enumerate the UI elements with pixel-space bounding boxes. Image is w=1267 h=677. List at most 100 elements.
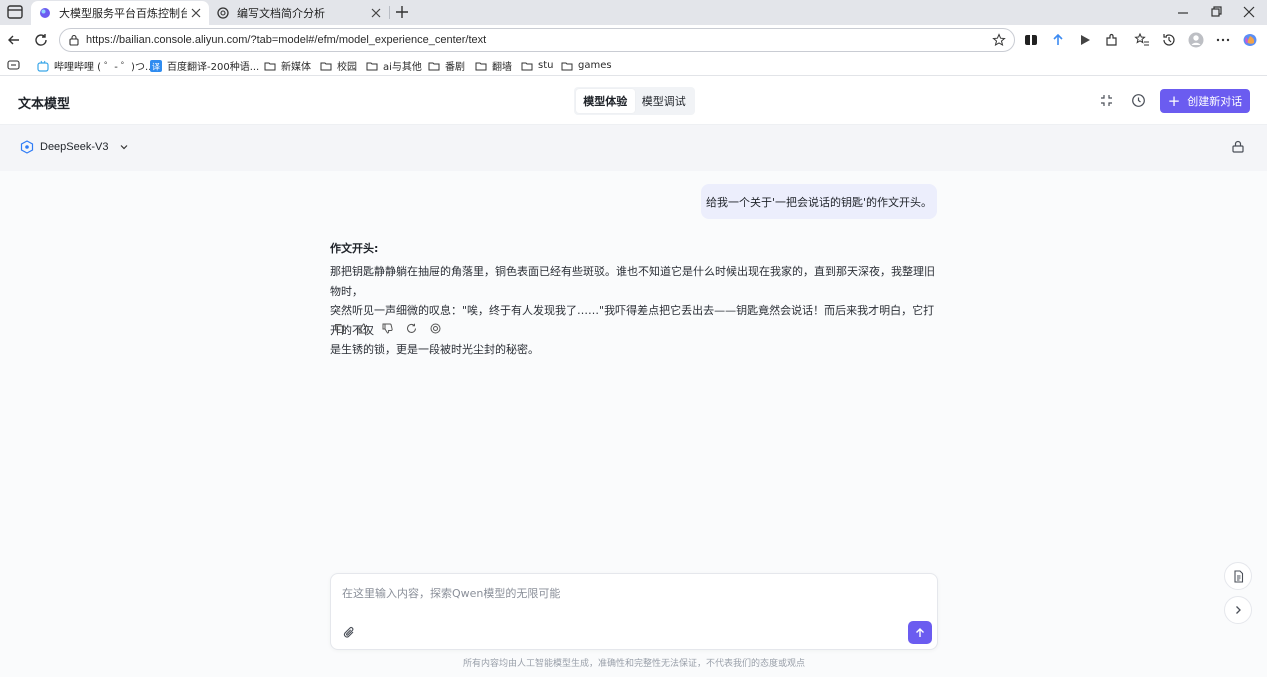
extensions-puzzle-icon[interactable] bbox=[1104, 32, 1120, 48]
bailian-favicon-icon bbox=[40, 8, 50, 18]
new-chat-button[interactable]: + 创建新对话 bbox=[1160, 89, 1250, 113]
history-icon[interactable] bbox=[1161, 32, 1177, 48]
browser-tab-bar: 大模型服务平台百炼控制台 编写文档简介分析 bbox=[0, 0, 1267, 25]
page-title: 文本模型 bbox=[18, 97, 71, 112]
mode-switch: 模型体验 模型调试 bbox=[574, 87, 695, 115]
copy-icon[interactable] bbox=[334, 323, 345, 334]
bookmark-bilibili[interactable]: 哔哩哔哩 ( ゜- ゜)つ... bbox=[37, 58, 154, 73]
address-toolbar: https://bailian.console.aliyun.com/?tab=… bbox=[0, 25, 1267, 55]
model-name: DeepSeek-V3 bbox=[40, 141, 109, 153]
restore-icon[interactable] bbox=[1208, 4, 1224, 20]
reading-list-icon[interactable] bbox=[7, 59, 20, 71]
folder-icon bbox=[521, 62, 533, 70]
bookmark-label: 校园 bbox=[337, 62, 357, 73]
site-info-icon[interactable] bbox=[68, 34, 80, 46]
bookmark-folder-ai[interactable]: ai与其他 bbox=[366, 58, 422, 73]
new-chat-label: 创建新对话 bbox=[1187, 95, 1243, 108]
model-bar: DeepSeek-V3 bbox=[0, 125, 1267, 171]
close-tab-icon[interactable] bbox=[371, 8, 381, 18]
address-bar[interactable]: https://bailian.console.aliyun.com/?tab=… bbox=[59, 28, 1015, 52]
thumbs-up-icon[interactable] bbox=[358, 323, 369, 334]
bookmark-baidu-translate[interactable]: 译 百度翻译-200种语... bbox=[150, 58, 259, 73]
paperclip-icon[interactable] bbox=[342, 626, 356, 640]
tab-divider bbox=[389, 6, 390, 19]
bookmark-folder-new-media[interactable]: 新媒体 bbox=[264, 58, 311, 73]
tab-title: 编写文档简介分析 bbox=[237, 7, 325, 20]
app-content: 文本模型 模型体验 模型调试 + 创建新对话 DeepSeek-V3 给我一个关… bbox=[0, 76, 1267, 677]
bookmark-label: stu bbox=[538, 60, 554, 71]
copilot-icon[interactable] bbox=[1242, 32, 1258, 48]
thumbs-down-icon[interactable] bbox=[382, 323, 393, 334]
close-window-icon[interactable] bbox=[1241, 4, 1257, 20]
bookmark-label: 翻墙 bbox=[492, 62, 512, 73]
extension-reader-icon[interactable] bbox=[1023, 32, 1039, 48]
prompt-composer[interactable]: 在这里输入内容，探索Qwen模型的无限可能 bbox=[330, 573, 938, 650]
folder-icon bbox=[366, 62, 378, 70]
baidu-translate-icon: 译 bbox=[150, 59, 162, 72]
tab-bailian-console[interactable]: 大模型服务平台百炼控制台 bbox=[31, 1, 209, 25]
profile-avatar-icon[interactable] bbox=[1188, 32, 1204, 48]
arrow-up-icon bbox=[916, 627, 924, 637]
openai-favicon-icon bbox=[217, 7, 229, 19]
tab-model-experience[interactable]: 模型体验 bbox=[576, 89, 635, 113]
answer-line: 那把钥匙静静躺在抽屉的角落里，铜色表面已经有些斑驳。谁也不知道它是什么时候出现在… bbox=[330, 265, 935, 298]
bookmark-label: 百度翻译-200种语... bbox=[167, 62, 260, 73]
user-message: 给我一个关于'一把会说话的钥匙'的作文开头。 bbox=[701, 184, 937, 219]
favorite-star-icon[interactable] bbox=[992, 33, 1006, 47]
bookmark-folder-games[interactable]: games bbox=[561, 58, 612, 73]
folder-icon bbox=[475, 62, 487, 70]
bookmark-label: ai与其他 bbox=[383, 62, 422, 73]
chevron-down-icon bbox=[120, 145, 127, 150]
tab-chatgpt-doc[interactable]: 编写文档简介分析 bbox=[209, 1, 389, 25]
extension-play-icon[interactable] bbox=[1077, 32, 1093, 48]
plus-icon: + bbox=[1167, 91, 1181, 110]
document-icon bbox=[1233, 569, 1243, 583]
bookmark-label: 新媒体 bbox=[281, 62, 311, 73]
back-icon[interactable] bbox=[6, 32, 22, 48]
exit-fullscreen-icon[interactable] bbox=[1099, 93, 1114, 108]
extension-translate-icon[interactable] bbox=[1050, 32, 1066, 48]
refresh-icon[interactable] bbox=[33, 32, 49, 48]
answer-body: 那把钥匙静静躺在抽屉的角落里，铜色表面已经有些斑驳。谁也不知道它是什么时候出现在… bbox=[330, 262, 940, 360]
more-menu-icon[interactable] bbox=[1215, 32, 1231, 48]
bookmark-folder-vpn[interactable]: 翻墙 bbox=[475, 58, 512, 73]
bilibili-icon bbox=[37, 60, 49, 72]
document-side-button[interactable] bbox=[1224, 562, 1252, 590]
folder-icon bbox=[428, 62, 440, 70]
bookmark-folder-anime[interactable]: 番剧 bbox=[428, 58, 465, 73]
share-icon[interactable] bbox=[430, 323, 441, 334]
prompt-input[interactable]: 在这里输入内容，探索Qwen模型的无限可能 bbox=[342, 585, 560, 601]
url-text[interactable]: https://bailian.console.aliyun.com/?tab=… bbox=[86, 34, 486, 46]
ai-disclaimer: 所有内容均由人工智能模型生成，准确性和完整性无法保证，不代表我们的态度或观点 bbox=[462, 659, 805, 669]
model-selector[interactable]: DeepSeek-V3 bbox=[20, 140, 129, 154]
tab-model-debug[interactable]: 模型调试 bbox=[635, 89, 694, 113]
close-tab-icon[interactable] bbox=[191, 8, 201, 18]
tab-title: 大模型服务平台百炼控制台 bbox=[59, 7, 187, 20]
svg-text:译: 译 bbox=[152, 62, 160, 71]
answer-heading: 作文开头: bbox=[330, 242, 379, 255]
folder-icon bbox=[320, 62, 332, 70]
assistant-answer: 作文开头: 那把钥匙静静躺在抽屉的角落里，铜色表面已经有些斑驳。谁也不知道它是什… bbox=[330, 240, 940, 360]
send-button[interactable] bbox=[908, 621, 932, 644]
bookmark-folder-stu[interactable]: stu bbox=[521, 58, 553, 73]
bookmark-folder-campus[interactable]: 校园 bbox=[320, 58, 357, 73]
bookmark-label: 哔哩哔哩 ( ゜- ゜)つ... bbox=[54, 62, 155, 73]
new-tab-icon[interactable] bbox=[393, 3, 411, 21]
app-header: 文本模型 模型体验 模型调试 + 创建新对话 bbox=[0, 76, 1267, 125]
answer-line: 是生锈的锁，更是一段被时光尘封的秘密。 bbox=[330, 343, 539, 356]
folder-icon bbox=[264, 62, 276, 70]
model-hexagon-icon bbox=[20, 140, 34, 154]
settings-lock-icon[interactable] bbox=[1231, 140, 1245, 154]
bookmark-label: 番剧 bbox=[445, 62, 465, 73]
history-clock-icon[interactable] bbox=[1131, 93, 1146, 108]
minimize-icon[interactable] bbox=[1175, 4, 1191, 20]
answer-actions bbox=[334, 323, 441, 334]
folder-icon bbox=[561, 62, 573, 70]
answer-line: 突然听见一声细微的叹息："唉，终于有人发现我了……"我吓得差点把它丢出去——钥匙… bbox=[330, 304, 935, 337]
tab-actions-icon[interactable] bbox=[6, 4, 24, 20]
bookmark-label: games bbox=[578, 60, 612, 71]
favorites-icon[interactable] bbox=[1134, 32, 1150, 48]
regenerate-icon[interactable] bbox=[406, 323, 417, 334]
expand-side-button[interactable] bbox=[1224, 596, 1252, 624]
chevron-right-icon bbox=[1236, 606, 1241, 614]
